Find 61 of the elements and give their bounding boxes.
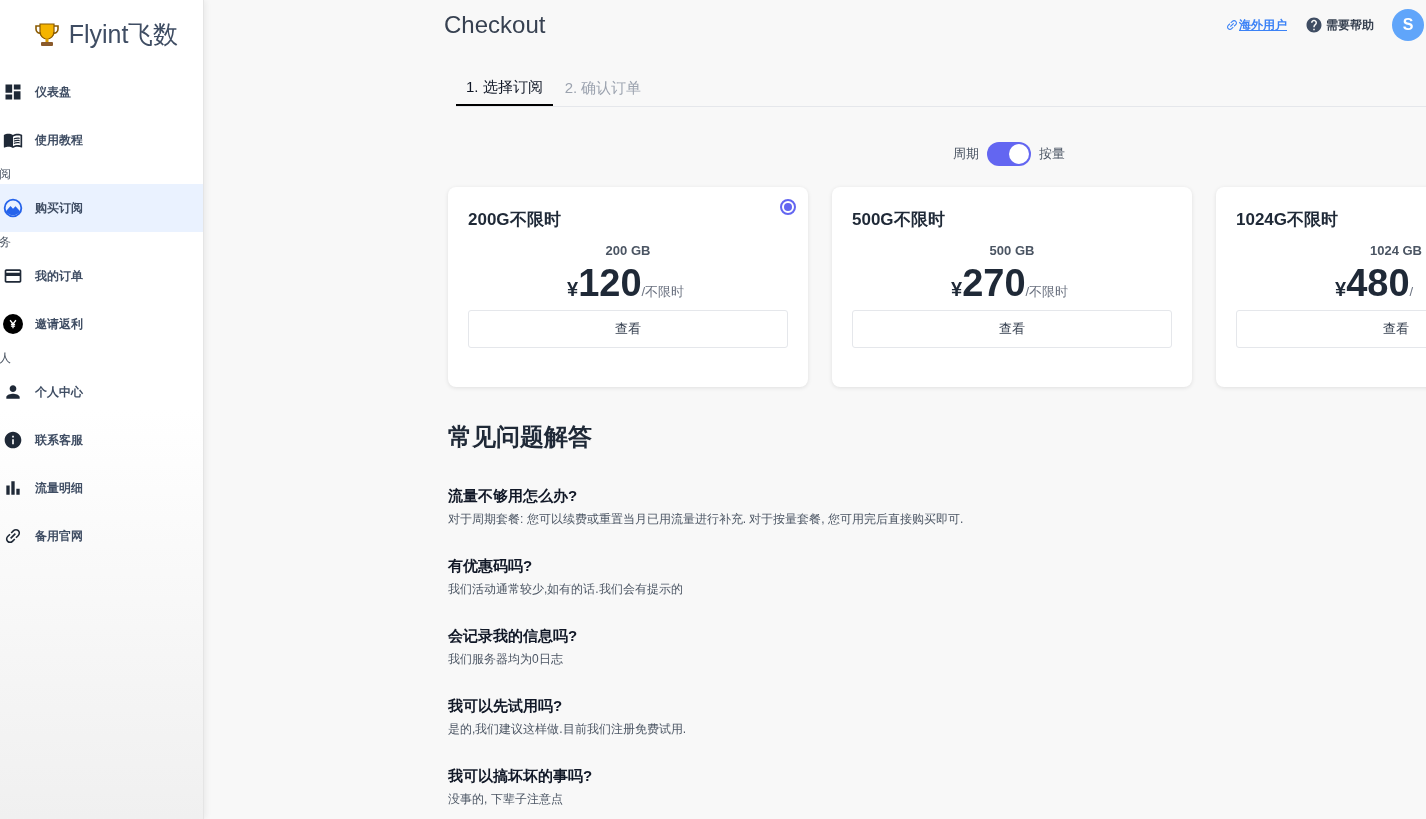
view-button[interactable]: 查看 (852, 310, 1172, 348)
currency-symbol: ¥ (951, 278, 963, 302)
mountain-icon (3, 198, 23, 218)
plan-price: 120 (578, 261, 642, 306)
plan-card[interactable]: 200G不限时 200 GB ¥120/不限时 查看 (448, 187, 808, 387)
page-title: Checkout (444, 10, 546, 40)
plan-traffic: 1024 GB (1369, 241, 1422, 260)
sidebar-item[interactable]: 仪表盘 (0, 68, 203, 116)
card-icon (3, 266, 23, 286)
faq-answer: 是的,我们建议这样做.目前我们注册免费试用. (448, 721, 687, 737)
yen-icon (3, 314, 23, 334)
sidebar-item[interactable]: 个人中心 (0, 368, 203, 416)
faq-answer: 没事的, 下辈子注意点 (448, 791, 564, 807)
sidebar-item[interactable]: 使用教程 (0, 116, 203, 164)
logo-text: Flyint飞数 (68, 19, 179, 51)
price-unit: / (1409, 284, 1414, 301)
sidebar-section-header: 人 (0, 350, 11, 367)
plan-traffic: 200 GB (605, 241, 651, 260)
overseas-users-link[interactable]: 海外用户 (1225, 16, 1287, 34)
view-button[interactable]: 查看 (468, 310, 788, 348)
faq-answer: 对于周期套餐: 您可以续费或重置当月已用流量进行补充. 对于按量套餐, 您可用完后直接购买即可. (448, 511, 965, 527)
plan-price: 270 (962, 261, 1026, 306)
faq-title: 常见问题解答 (448, 422, 593, 452)
plan-price: 480 (1346, 261, 1410, 306)
plan-name: 200G不限时 (468, 209, 562, 231)
sidebar-item[interactable]: 联系客服 (0, 416, 203, 464)
billing-toggle[interactable] (987, 142, 1031, 166)
bar-chart-icon (3, 478, 23, 498)
plan-traffic: 500 GB (989, 241, 1035, 260)
currency-symbol: ¥ (1335, 278, 1347, 302)
plan-card[interactable]: 500G不限时 500 GB ¥270/不限时 查看 (832, 187, 1192, 387)
price-unit: /不限时 (1025, 284, 1069, 301)
info-icon (3, 429, 23, 451)
currency-symbol: ¥ (567, 278, 579, 302)
sidebar-item[interactable]: 流量明细 (0, 464, 203, 512)
faq-question: 我可以搞坏坏的事吗? (448, 767, 594, 785)
sidebar-item[interactable]: 购买订阅 (0, 184, 203, 232)
sidebar-section-header: 阅 (0, 166, 11, 183)
faq-answer: 我们活动通常较少,如有的话.我们会有提示的 (448, 581, 684, 597)
sidebar-section-header: 务 (0, 234, 11, 251)
step-tab[interactable]: 1. 选择订阅 (456, 70, 553, 106)
help-button[interactable]: 需要帮助 (1305, 16, 1374, 34)
price-unit: /不限时 (641, 284, 685, 301)
dashboard-icon (3, 82, 23, 102)
plan-name: 1024G不限时 (1236, 209, 1340, 231)
plan-card[interactable]: 1024G不限时 1024 GB ¥480/ 查看 (1216, 187, 1426, 387)
help-icon (1305, 16, 1323, 34)
selected-radio[interactable] (780, 199, 796, 215)
faq-question: 会记录我的信息吗? (448, 627, 579, 645)
faq-answer: 我们服务器均为0日志 (448, 651, 564, 667)
faq-question: 流量不够用怎么办? (448, 487, 579, 505)
trophy-icon (32, 21, 61, 49)
view-button[interactable]: 查看 (1236, 310, 1426, 348)
sidebar-item[interactable]: 邀请返利 (0, 300, 203, 348)
sidebar-item[interactable]: 备用官网 (0, 512, 203, 560)
faq-question: 我可以先试用吗? (448, 697, 564, 715)
faq-question: 有优惠码吗? (448, 557, 534, 575)
plan-name: 500G不限时 (852, 209, 946, 231)
sidebar-item[interactable]: 我的订单 (0, 252, 203, 300)
toggle-label: 按量 (1039, 145, 1065, 164)
toggle-label: 周期 (953, 145, 979, 164)
